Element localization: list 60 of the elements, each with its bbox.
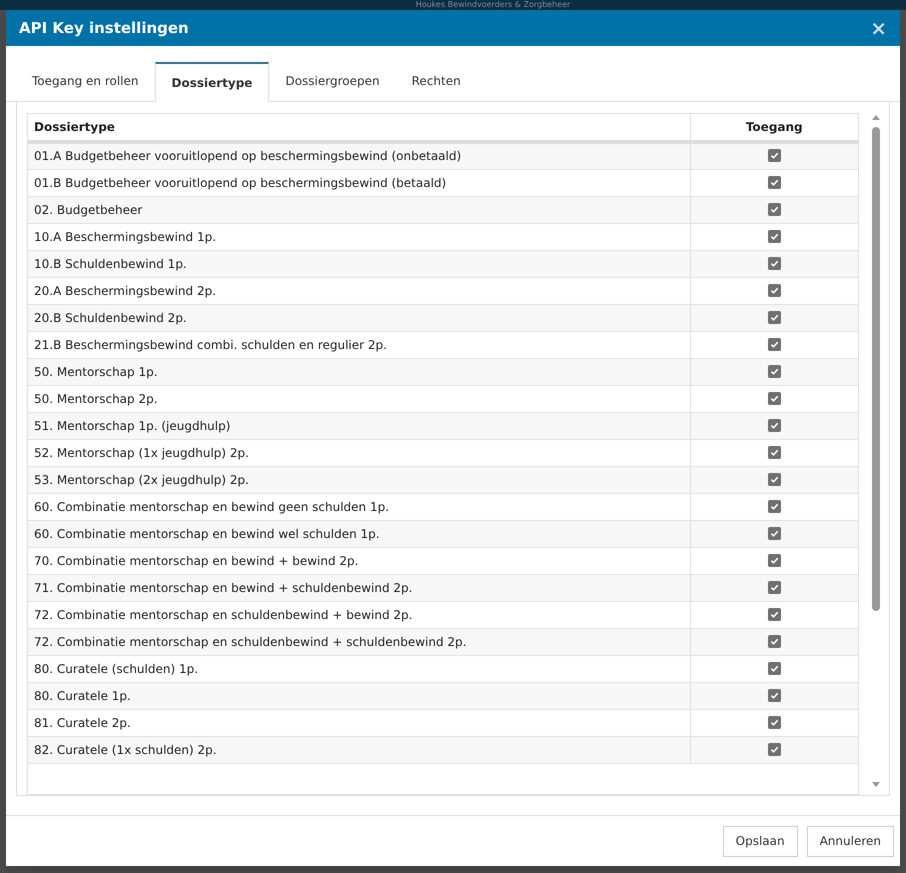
- tab[interactable]: Dossiergroepen: [269, 61, 396, 101]
- table-cell: 72. Combinatie mentorschap en schuldenbewind + bewind 2p.: [28, 601, 690, 628]
- checkbox[interactable]: [768, 364, 781, 378]
- checkbox[interactable]: [768, 500, 781, 512]
- checkbox[interactable]: [768, 284, 781, 296]
- table-cell: 01.A Budgetbeheer vooruitlopend op beschermingsbewind (onbetaald): [28, 142, 690, 169]
- table-cell: 53. Mentorschap (2x jeugdhulp) 2p.: [28, 466, 690, 493]
- table-cell: 50. Mentorschap 1p.: [28, 358, 690, 385]
- checkbox[interactable]: [768, 338, 781, 350]
- table-cell: 10.A Beschermingsbewind 1p.: [28, 223, 690, 250]
- dialog-button[interactable]: Annuleren: [806, 826, 894, 856]
- tab[interactable]: Dossiertype: [154, 62, 270, 102]
- table-cell: 70. Combinatie mentorschap en bewind + bewind 2p.: [28, 547, 690, 574]
- checkbox[interactable]: [768, 688, 781, 702]
- tab[interactable]: Toegang en rollen: [16, 61, 154, 101]
- column-header: Dossiertype: [28, 114, 690, 142]
- table-cell: 72. Combinatie mentorschap en schuldenbewind + schuldenbewind 2p.: [28, 628, 690, 655]
- close-button[interactable]: ×: [870, 18, 887, 38]
- checkbox[interactable]: [768, 608, 781, 620]
- checkbox[interactable]: [768, 418, 781, 432]
- checkbox[interactable]: [768, 716, 781, 728]
- table-cell: 01.B Budgetbeheer vooruitlopend op beschermingsbewind (betaald): [28, 169, 690, 196]
- checkbox[interactable]: [768, 149, 781, 162]
- tab[interactable]: Rechten: [396, 61, 477, 101]
- dialog-title: API Key instellingen: [19, 18, 189, 39]
- dialog-button[interactable]: Opslaan: [722, 826, 798, 856]
- checkbox[interactable]: [768, 580, 781, 594]
- scroll-down-icon: [871, 781, 881, 789]
- checkbox[interactable]: [768, 310, 781, 324]
- table-cell: 80. Curatele 1p.: [28, 682, 690, 709]
- checkbox[interactable]: [768, 446, 781, 458]
- column-header: Toegang: [690, 114, 858, 142]
- table-cell: 71. Combinatie mentorschap en bewind + schuldenbewind 2p.: [28, 574, 690, 601]
- table-cell: 60. Combinatie mentorschap en bewind wel schulden 1p.: [28, 520, 690, 547]
- table-cell: 21.B Beschermingsbewind combi. schulden en regulier 2p.: [28, 331, 690, 358]
- table-cell: 60. Combinatie mentorschap en bewind geen schulden 1p.: [28, 493, 690, 520]
- table-cell: 20.B Schuldenbewind 2p.: [28, 304, 690, 331]
- scrollbar-thumb[interactable]: [872, 127, 880, 611]
- checkbox[interactable]: [768, 176, 781, 188]
- checkbox[interactable]: [768, 256, 781, 270]
- table-cell: 52. Mentorschap (1x jeugdhulp) 2p.: [28, 439, 690, 466]
- checkbox[interactable]: [768, 526, 781, 540]
- scroll-up-icon: [871, 113, 881, 121]
- app-title: Houkes Bewindvoerders & Zorgbeheer: [416, 0, 570, 10]
- checkbox[interactable]: [768, 554, 781, 566]
- table-cell: 51. Mentorschap 1p. (jeugdhulp): [28, 412, 690, 439]
- table-cell: 10.B Schuldenbewind 1p.: [28, 250, 690, 277]
- checkbox[interactable]: [768, 742, 781, 756]
- table-cell: 82. Curatele (1x schulden) 2p.: [28, 736, 690, 763]
- checkbox[interactable]: [768, 662, 781, 674]
- table-cell: 80. Curatele (schulden) 1p.: [28, 655, 690, 682]
- table-cell: 20.A Beschermingsbewind 2p.: [28, 277, 690, 304]
- checkbox[interactable]: [768, 230, 781, 242]
- table-cell: 02. Budgetbeheer: [28, 196, 690, 223]
- checkbox[interactable]: [768, 472, 781, 486]
- table-cell: 81. Curatele 2p.: [28, 709, 690, 736]
- checkbox[interactable]: [768, 634, 781, 648]
- table-cell: 50. Mentorschap 2p.: [28, 385, 690, 412]
- checkbox[interactable]: [768, 202, 781, 216]
- checkbox[interactable]: [768, 392, 781, 404]
